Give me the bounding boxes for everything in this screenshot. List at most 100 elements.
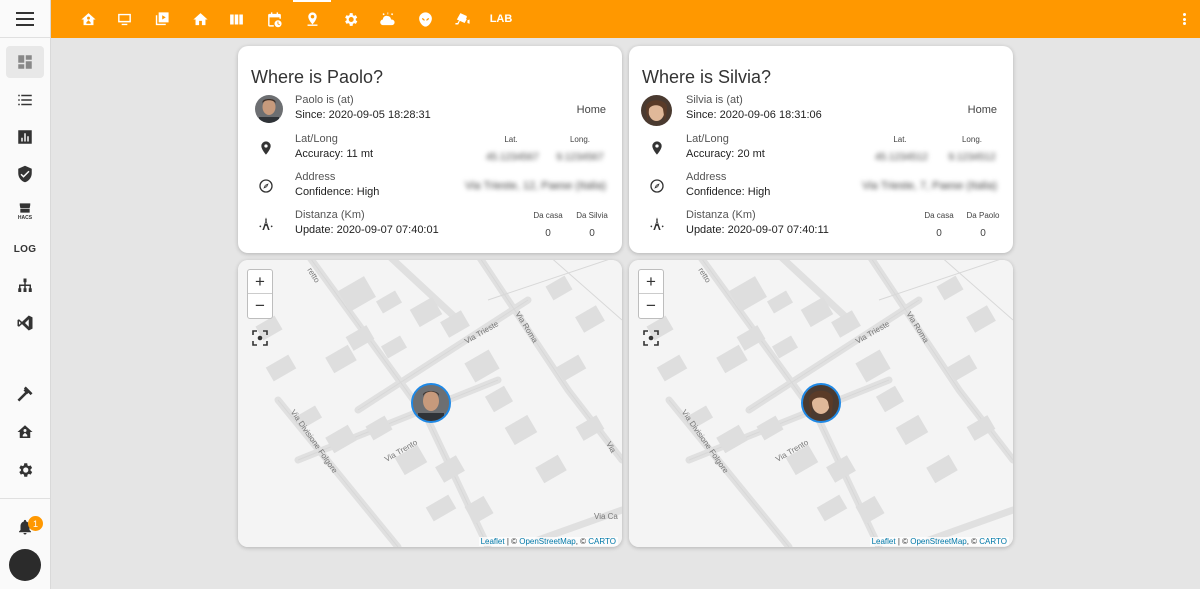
person-marker-silvia[interactable] — [801, 383, 841, 423]
from-person-column: Da Silvia 0 — [567, 211, 617, 239]
distance-label: Distanza (Km) — [686, 209, 756, 221]
location-value: Home — [576, 104, 606, 116]
address-row: Address Confidence: High Via Trieste, 7,… — [629, 171, 1013, 205]
log-label: LOG — [13, 243, 37, 255]
from-person-header: Da Silvia — [576, 211, 608, 220]
zoom-in-button[interactable]: + — [639, 270, 663, 294]
sidebar-item-logbook[interactable] — [6, 84, 44, 116]
appliance-icon — [229, 14, 243, 24]
distance-row: Distanza (Km) Update: 2020-09-07 07:40:1… — [629, 209, 1013, 243]
lat-column: Lat. 45.1234567 — [486, 135, 539, 163]
since-value: Since: 2020-09-06 18:31:06 — [686, 109, 822, 121]
user-avatar[interactable] — [9, 549, 41, 581]
carto-link[interactable]: CARTO — [588, 537, 616, 546]
sidebar-item-history[interactable] — [6, 121, 44, 153]
tab-calendar[interactable] — [259, 0, 289, 38]
weather-icon — [379, 11, 395, 25]
menu-button[interactable] — [0, 0, 50, 38]
hamburger-icon — [16, 11, 34, 26]
since-value: Since: 2020-09-05 18:28:31 — [295, 109, 431, 121]
tab-settings[interactable] — [335, 0, 365, 38]
tab-weather[interactable] — [372, 0, 402, 38]
latlong-label: Lat/Long — [295, 133, 338, 145]
vscode-icon — [17, 315, 33, 331]
leaflet-link[interactable]: Leaflet — [481, 537, 505, 546]
attribution-separator: | © — [504, 537, 520, 546]
accuracy-value: Accuracy: 11 mt — [295, 148, 374, 160]
fit-bounds-icon[interactable] — [251, 329, 269, 347]
address-value: Via Trieste, 12, Paese (Italia) — [464, 180, 606, 192]
lat-value: 45.1234512 — [875, 152, 928, 163]
person-card-silvia: Where is Silvia? Silvia is (at) Since: 2… — [629, 46, 1013, 253]
sidebar-item-settings[interactable] — [6, 454, 44, 486]
zoom-out-button[interactable]: − — [639, 294, 663, 318]
sitemap-icon — [18, 278, 32, 292]
from-person-value: 0 — [589, 228, 595, 239]
osm-link[interactable]: OpenStreetMap — [910, 537, 966, 546]
address-value: Via Trieste, 7, Paese (Italia) — [862, 180, 997, 192]
tab-media[interactable] — [146, 0, 176, 38]
attribution-separator: , © — [966, 537, 980, 546]
lat-column: Lat. 45.1234512 — [875, 135, 928, 163]
sidebar-item-developer-tools[interactable] — [6, 378, 44, 410]
avatar-paolo — [255, 95, 283, 123]
confidence-value: Confidence: High — [295, 186, 380, 198]
from-person-column: Da Paolo 0 — [958, 211, 1008, 239]
tab-home-assistant[interactable] — [73, 0, 103, 38]
tab-camera[interactable] — [447, 0, 477, 38]
long-header: Long. — [569, 135, 591, 144]
tab-monitor[interactable] — [109, 0, 139, 38]
map-silvia[interactable]: retto Via Trieste Via Roma Via Trento Vi… — [629, 260, 1013, 547]
sidebar: HACS LOG 1 — [0, 0, 51, 589]
from-home-value: 0 — [936, 228, 942, 239]
carto-link[interactable]: CARTO — [979, 537, 1007, 546]
tab-alien[interactable] — [410, 0, 440, 38]
lat-header: Lat. — [893, 135, 907, 144]
sidebar-item-network[interactable] — [6, 270, 44, 302]
store-icon — [19, 203, 31, 213]
fit-bounds-icon[interactable] — [642, 329, 660, 347]
latlong-label: Lat/Long — [686, 133, 729, 145]
compass-drafting-icon — [251, 209, 281, 239]
more-options-button[interactable] — [1183, 0, 1186, 38]
distance-row: Distanza (Km) Update: 2020-09-07 07:40:0… — [238, 209, 622, 243]
tab-house[interactable] — [185, 0, 215, 38]
hacs-label: HACS — [17, 215, 33, 221]
monitor-icon — [117, 13, 131, 25]
sidebar-item-security[interactable] — [6, 158, 44, 190]
leaflet-link[interactable]: Leaflet — [872, 537, 896, 546]
house-icon — [192, 12, 208, 25]
notification-badge: 1 — [28, 516, 43, 531]
sidebar-item-vscode[interactable] — [6, 307, 44, 339]
tab-location[interactable] — [293, 0, 331, 38]
person-marker-paolo[interactable] — [411, 383, 451, 423]
sidebar-item-log[interactable]: LOG — [6, 233, 44, 265]
from-home-header: Da casa — [533, 211, 563, 220]
sidebar-item-overview[interactable] — [6, 46, 44, 78]
lat-header: Lat. — [504, 135, 518, 144]
status-label: Silvia is (at) — [686, 94, 743, 106]
list-icon — [18, 94, 32, 106]
gear-icon — [19, 463, 33, 477]
attribution-separator: | © — [895, 537, 911, 546]
zoom-control: + − — [638, 269, 664, 319]
zoom-out-button[interactable]: − — [248, 294, 272, 318]
long-value: 9.1234512 — [948, 152, 996, 163]
from-person-header: Da Paolo — [966, 211, 1000, 220]
street-label: Via Ca — [594, 512, 618, 521]
address-row: Address Confidence: High Via Trieste, 12… — [238, 171, 622, 205]
map-paolo[interactable]: retto Via Trieste Via Roma Via Trento Vi… — [238, 260, 622, 547]
sidebar-item-hacs[interactable]: HACS — [6, 195, 44, 227]
osm-link[interactable]: OpenStreetMap — [519, 537, 575, 546]
long-header: Long. — [961, 135, 983, 144]
media-icon — [155, 11, 169, 25]
sidebar-item-supervisor[interactable] — [6, 416, 44, 448]
tab-lab[interactable]: LAB — [484, 0, 518, 38]
confidence-value: Confidence: High — [686, 186, 771, 198]
address-label: Address — [686, 171, 727, 183]
zoom-in-button[interactable]: + — [248, 270, 272, 294]
update-value: Update: 2020-09-07 07:40:11 — [686, 224, 829, 236]
card-title: Where is Silvia? — [642, 67, 772, 87]
tab-appliances[interactable] — [221, 0, 251, 38]
long-column: Long. 9.1234567 — [555, 135, 605, 163]
